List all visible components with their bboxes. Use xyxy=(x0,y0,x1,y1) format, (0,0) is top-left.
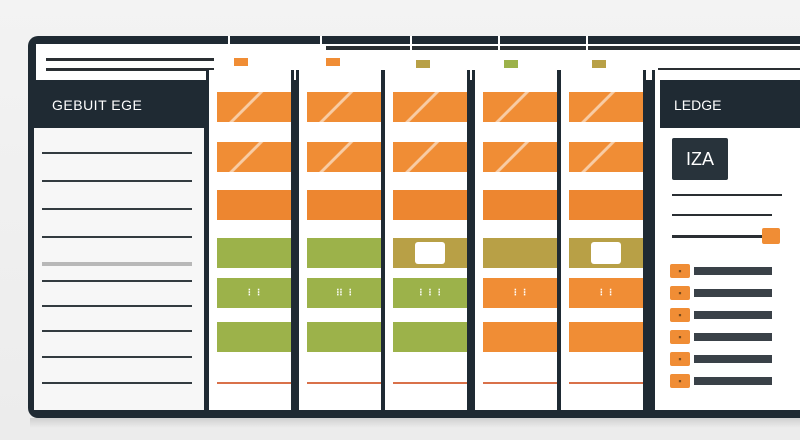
sidebar-row[interactable] xyxy=(42,280,192,282)
list-item-icon[interactable]: ▪ xyxy=(670,352,690,366)
board-card[interactable] xyxy=(307,92,381,122)
board-card[interactable] xyxy=(569,190,643,220)
board-card[interactable] xyxy=(307,190,381,220)
toolbar-tab[interactable] xyxy=(498,36,518,72)
list-item-bar[interactable] xyxy=(694,333,772,341)
board-card[interactable] xyxy=(393,238,467,268)
column-footer-line xyxy=(569,382,643,384)
board-card[interactable] xyxy=(393,190,467,220)
board-card[interactable] xyxy=(393,142,467,172)
board-card[interactable] xyxy=(217,190,291,220)
list-item-icon[interactable]: ▪ xyxy=(670,308,690,322)
board-card[interactable] xyxy=(217,142,291,172)
board-column-1: ⁝ ⁝ xyxy=(206,70,294,410)
tab-swatch xyxy=(326,58,340,66)
sidebar-row[interactable] xyxy=(42,152,192,154)
sidebar-row[interactable] xyxy=(42,208,192,210)
card-placeholder xyxy=(591,242,621,264)
board-card[interactable]: ⁝ ⁝ xyxy=(483,278,557,308)
board-card[interactable] xyxy=(569,322,643,352)
board-card[interactable] xyxy=(483,322,557,352)
tab-swatch xyxy=(416,60,430,68)
sidebar-row[interactable] xyxy=(42,262,192,266)
list-item-bar[interactable] xyxy=(694,377,772,385)
board-card[interactable] xyxy=(217,238,291,268)
slider-handle[interactable] xyxy=(762,228,780,244)
board-card[interactable]: ⁝ ⁝ xyxy=(217,278,291,308)
sidebar-row[interactable] xyxy=(42,330,192,332)
toolbar-line xyxy=(46,58,214,61)
badge-tile[interactable]: IZA xyxy=(672,138,728,180)
badge-text: IZA xyxy=(685,148,714,169)
sidebar-row[interactable] xyxy=(42,382,192,384)
toolbar-line xyxy=(326,46,800,50)
toolbar-tab[interactable] xyxy=(586,36,606,72)
board-card[interactable] xyxy=(483,238,557,268)
list-item-bar[interactable] xyxy=(694,355,772,363)
board-card[interactable] xyxy=(393,92,467,122)
card-dots: ⁝ ⁝ ⁝ xyxy=(419,287,441,299)
board-card[interactable] xyxy=(569,92,643,122)
board-card[interactable] xyxy=(217,322,291,352)
list-item-icon[interactable]: ▪ xyxy=(670,264,690,278)
right-line xyxy=(672,194,782,196)
list-item-icon[interactable]: ▪ xyxy=(670,374,690,388)
frame-shadow xyxy=(30,418,800,428)
board-card[interactable] xyxy=(217,92,291,122)
right-sidebar-header: LEDGE xyxy=(660,80,800,128)
list-item-bar[interactable] xyxy=(694,311,772,319)
slider-track[interactable] xyxy=(672,235,772,238)
board-card[interactable]: ⁝⁝ ⁝ xyxy=(307,278,381,308)
board-card[interactable] xyxy=(393,322,467,352)
card-dots: ⁝ ⁝ xyxy=(247,287,261,299)
toolbar-tab[interactable] xyxy=(410,36,430,72)
card-dots: ⁝ ⁝ xyxy=(599,287,613,299)
column-footer-line xyxy=(217,382,291,384)
tab-swatch xyxy=(504,60,518,68)
board-column-4: ⁝ ⁝ xyxy=(472,70,560,410)
right-sidebar-title: LEDGE xyxy=(674,97,722,113)
left-sidebar-title: GEBUIT EGE xyxy=(52,97,143,113)
list-item-icon[interactable]: ▪ xyxy=(670,286,690,300)
tab-swatch xyxy=(234,58,248,66)
board-card[interactable] xyxy=(569,142,643,172)
board-card[interactable] xyxy=(307,322,381,352)
toolbar-tab[interactable] xyxy=(320,36,340,72)
board-card[interactable] xyxy=(483,92,557,122)
board-card[interactable]: ⁝ ⁝ ⁝ xyxy=(393,278,467,308)
board-card[interactable] xyxy=(307,142,381,172)
sidebar-row[interactable] xyxy=(42,180,192,182)
board-column-5: ⁝ ⁝ xyxy=(558,70,646,410)
column-footer-line xyxy=(307,382,381,384)
sidebar-row[interactable] xyxy=(42,356,192,358)
sidebar-row[interactable] xyxy=(42,305,192,307)
board-column-3: ⁝ ⁝ ⁝ xyxy=(382,70,470,410)
board-card[interactable] xyxy=(307,238,381,268)
board-card[interactable]: ⁝ ⁝ xyxy=(569,278,643,308)
board-column-2: ⁝⁝ ⁝ xyxy=(296,70,384,410)
card-placeholder xyxy=(415,242,445,264)
card-dots: ⁝ ⁝ xyxy=(513,287,527,299)
column-footer-line xyxy=(483,382,557,384)
toolbar-line xyxy=(46,68,214,71)
right-line xyxy=(672,214,772,216)
board-card[interactable] xyxy=(569,238,643,268)
column-footer-line xyxy=(393,382,467,384)
sidebar-row[interactable] xyxy=(42,236,192,238)
left-sidebar-header: GEBUIT EGE xyxy=(34,80,204,128)
list-item-bar[interactable] xyxy=(694,289,772,297)
board-card[interactable] xyxy=(483,190,557,220)
toolbar-tab[interactable] xyxy=(228,36,248,72)
board-card[interactable] xyxy=(483,142,557,172)
list-item-icon[interactable]: ▪ xyxy=(670,330,690,344)
card-dots: ⁝⁝ ⁝ xyxy=(336,287,352,299)
left-sidebar xyxy=(34,80,204,410)
tab-swatch xyxy=(592,60,606,68)
list-item-bar[interactable] xyxy=(694,267,772,275)
